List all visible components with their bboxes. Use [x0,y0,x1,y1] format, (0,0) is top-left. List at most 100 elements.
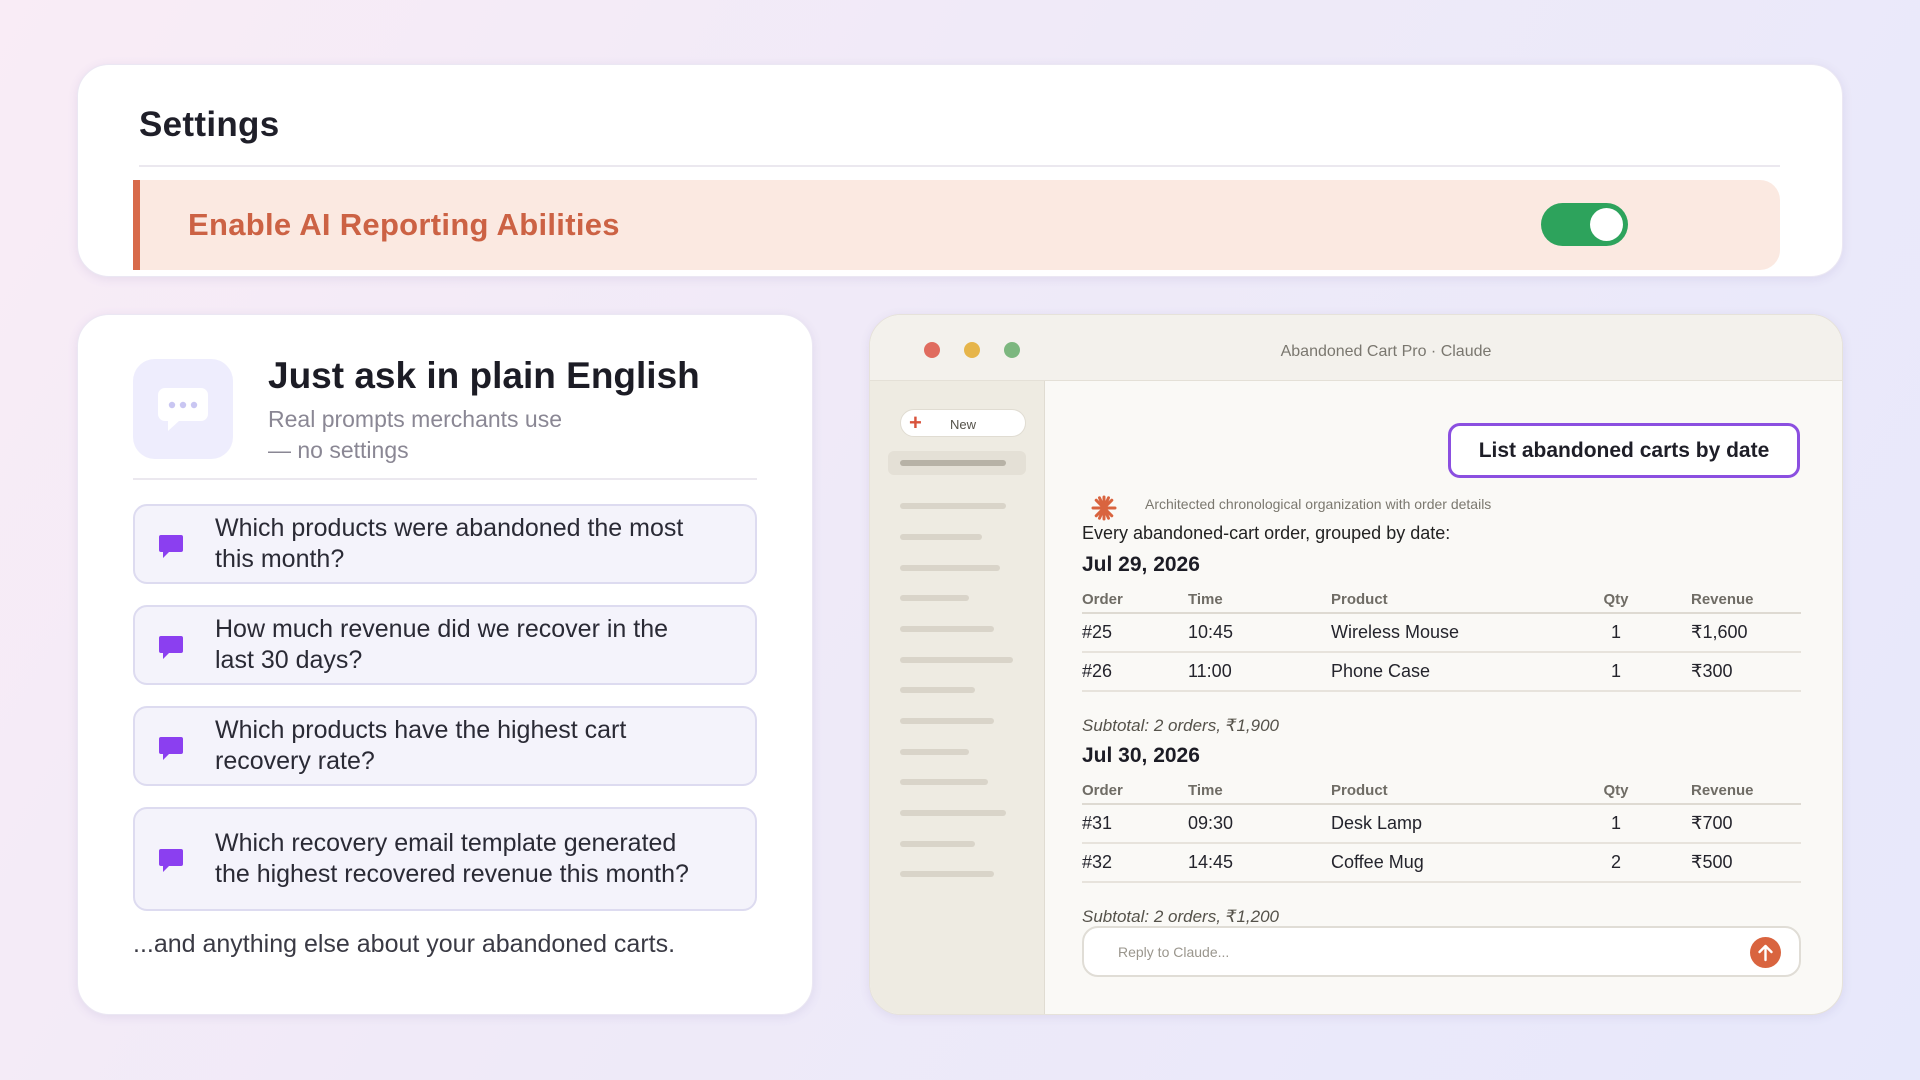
settings-divider [139,165,1780,167]
sidebar-item[interactable] [900,565,1000,571]
sidebar-item[interactable] [900,503,1006,509]
column-order: Order [1082,586,1188,614]
column-qty: Qty [1561,586,1671,614]
cell-qty: 2 [1561,843,1671,883]
response-intro: Every abandoned-cart order, grouped by d… [1082,523,1451,543]
sidebar-item[interactable] [900,657,1013,663]
cell-product: Coffee Mug [1331,843,1561,883]
ai-reporting-label: Enable AI Reporting Abilities [188,207,620,242]
prompt-item[interactable]: Which products were abandoned the most t… [133,504,757,584]
prompts-subtitle-line1: Real prompts merchants use [268,406,563,432]
table-row: #25 10:45 Wireless Mouse 1 ₹1,600 [1082,613,1801,653]
sidebar-item[interactable] [900,595,969,601]
orders-table: Order Time Product Qty Revenue #25 10:45… [1082,586,1801,692]
chat-area: List abandoned carts by date Architected… [1045,381,1842,1014]
chat-bubble-icon [159,535,183,558]
table-row: #31 09:30 Desk Lamp 1 ₹700 [1082,804,1801,844]
cell-revenue: ₹300 [1671,652,1801,692]
orders-table: Order Time Product Qty Revenue #31 09:30… [1082,777,1801,883]
cell-product: Desk Lamp [1331,804,1561,844]
prompts-divider [133,478,757,480]
prompt-line: Which products have the highest cart [215,716,627,744]
settings-card: Settings Enable AI Reporting Abilities [77,64,1843,277]
column-revenue: Revenue [1671,777,1801,805]
prompts-subtitle: Real prompts merchants use — no settings [268,404,628,466]
chat-sidebar: + New [870,381,1045,1014]
window-title: Abandoned Cart Pro · Claude [1280,343,1492,360]
prompt-text: Which recovery email template generated … [215,828,725,890]
group-subtotal: Subtotal: 2 orders, ₹1,900 [1082,716,1279,735]
chat-bubble-icon [159,849,183,872]
cell-revenue: ₹700 [1671,804,1801,844]
sidebar-item[interactable] [900,779,988,785]
claude-spark-icon [1091,495,1117,521]
thinking-note: Architected chronological organization w… [1145,496,1492,512]
column-qty: Qty [1561,777,1671,805]
table-row: #26 11:00 Phone Case 1 ₹300 [1082,652,1801,692]
prompt-text: How much revenue did we recover in the l… [215,614,725,676]
prompt-item[interactable]: Which recovery email template generated … [133,807,757,911]
prompt-text: Which products have the highest cart rec… [215,715,725,777]
prompt-item[interactable]: Which products have the highest cart rec… [133,706,757,786]
column-order: Order [1082,777,1188,805]
plus-icon: + [909,410,922,435]
column-product: Product [1331,777,1561,805]
prompt-line: How much revenue did we recover in the [215,615,669,643]
sidebar-item[interactable] [900,871,994,877]
reply-placeholder: Reply to Claude... [1118,944,1230,960]
date-heading: Jul 30, 2026 [1082,744,1200,767]
date-heading: Jul 29, 2026 [1082,553,1200,576]
new-chat-button[interactable]: + New [900,409,1026,437]
prompts-subtitle-line2: — no settings [268,437,409,463]
cell-qty: 1 [1561,804,1671,844]
sidebar-item[interactable] [900,718,994,724]
sidebar-item[interactable] [900,749,969,755]
cell-order: #25 [1082,613,1188,653]
sidebar-item[interactable] [900,687,975,693]
cell-revenue: ₹500 [1671,843,1801,883]
prompt-line: this month? [215,545,345,573]
reply-input[interactable]: Reply to Claude... [1082,926,1801,977]
cell-order: #26 [1082,652,1188,692]
table-header-row: Order Time Product Qty Revenue [1082,777,1801,805]
sidebar-item[interactable] [900,810,1006,816]
column-revenue: Revenue [1671,586,1801,614]
column-product: Product [1331,586,1561,614]
column-time: Time [1188,586,1331,614]
ai-reporting-toggle[interactable] [1541,203,1628,246]
cell-product: Wireless Mouse [1331,613,1561,653]
arrow-up-icon [1758,944,1773,962]
prompt-item[interactable]: How much revenue did we recover in the l… [133,605,757,685]
sidebar-item[interactable] [900,534,982,540]
table-header-row: Order Time Product Qty Revenue [1082,586,1801,614]
group-subtotal: Subtotal: 2 orders, ₹1,200 [1082,907,1279,926]
new-chat-label: New [950,417,977,432]
chat-bubble-icon [159,737,183,760]
cell-time: 10:45 [1188,613,1331,653]
window-titlebar: Abandoned Cart Pro · Claude [870,315,1842,381]
sidebar-item-placeholder [900,460,1006,466]
prompts-title: Just ask in plain English [268,355,700,396]
toggle-knob [1590,208,1623,241]
prompts-footer: ...and anything else about your abandone… [133,930,676,958]
sidebar-item[interactable] [900,626,994,632]
send-button[interactable] [1750,937,1781,968]
cell-order: #31 [1082,804,1188,844]
chat-bubble-icon [159,636,183,659]
prompt-text: Which products were abandoned the most t… [215,513,725,575]
table-row: #32 14:45 Coffee Mug 2 ₹500 [1082,843,1801,883]
cell-qty: 1 [1561,652,1671,692]
cell-qty: 1 [1561,613,1671,653]
user-message-bubble: List abandoned carts by date [1448,423,1800,478]
sidebar-item-active[interactable] [888,451,1026,475]
speech-bubble-icon [133,359,233,459]
prompt-line: Which products were abandoned the most [215,514,684,542]
cell-order: #32 [1082,843,1188,883]
cell-time: 09:30 [1188,804,1331,844]
sidebar-item[interactable] [900,841,975,847]
ai-reporting-setting-row: Enable AI Reporting Abilities [133,180,1780,270]
cell-revenue: ₹1,600 [1671,613,1801,653]
claude-window: Abandoned Cart Pro · Claude + New List a… [869,314,1843,1015]
prompt-line: the highest recovered revenue this month… [215,860,689,888]
prompt-line: recovery rate? [215,747,375,775]
